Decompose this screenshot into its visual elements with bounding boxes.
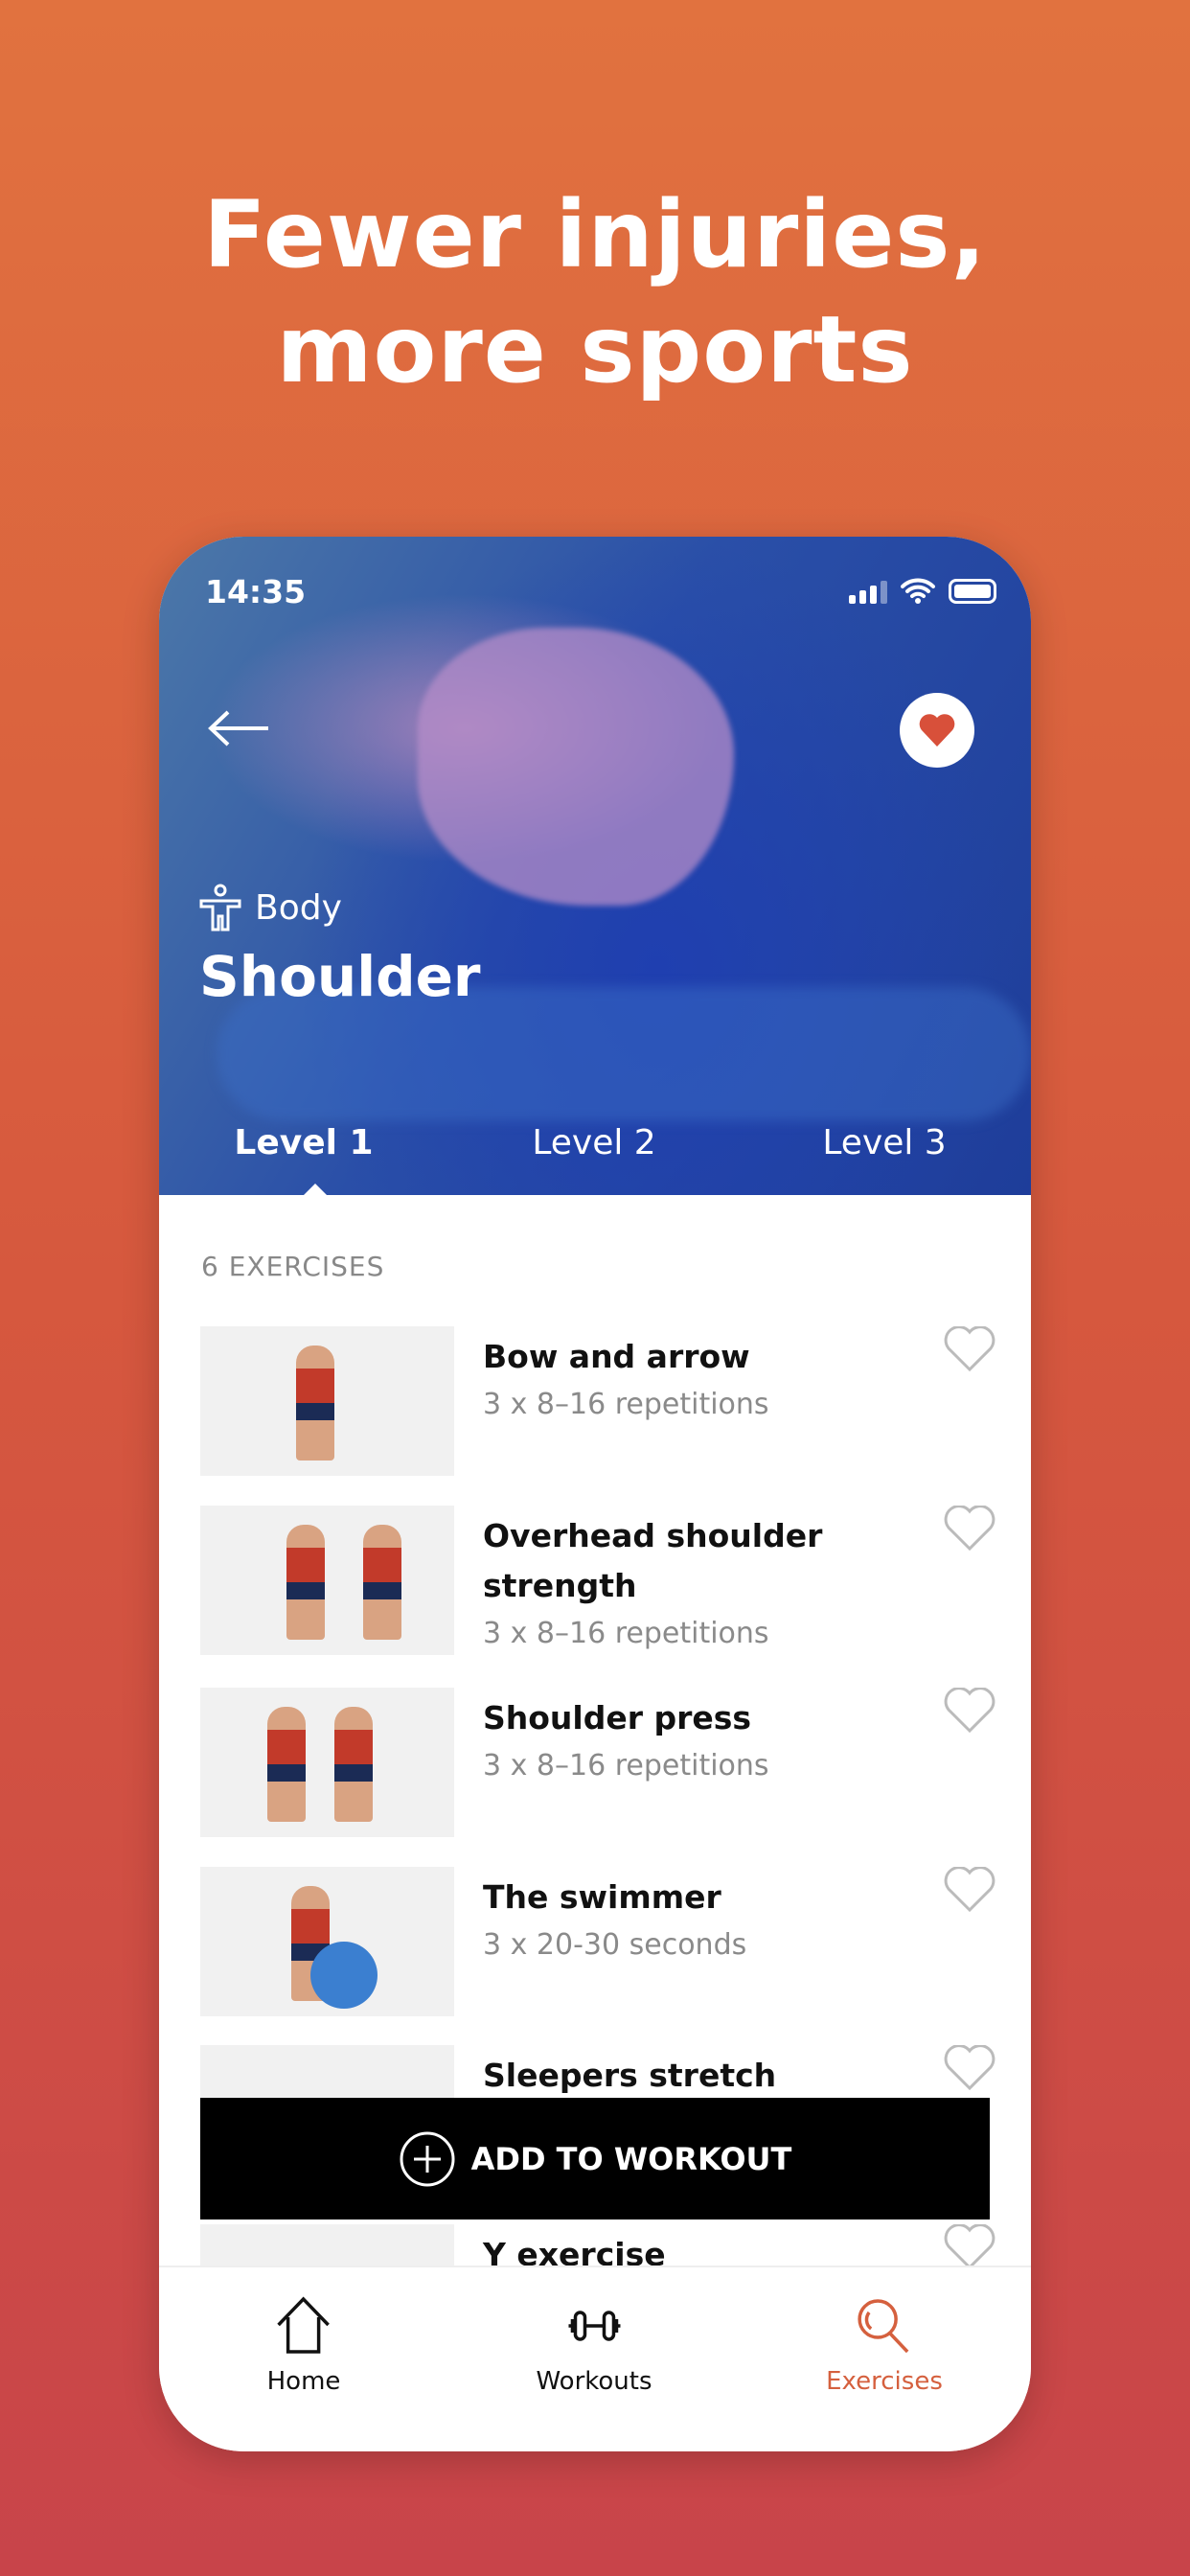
phone-screen: 14:35 Body Shoulder Level 1 Level 2 Leve… <box>159 537 1031 2451</box>
plus-circle-icon <box>400 2131 455 2186</box>
battery-icon <box>949 579 996 604</box>
nav-label: Exercises <box>826 2367 943 2396</box>
list-item[interactable]: The swimmer 3 x 20-30 seconds <box>200 1867 995 2016</box>
signal-icon <box>849 581 887 604</box>
heart-outline-icon[interactable] <box>944 1688 995 1734</box>
exercise-title: Shoulder press <box>483 1699 752 1736</box>
search-icon <box>858 2299 909 2354</box>
page-title: Shoulder <box>199 944 481 1009</box>
exercise-reps: 3 x 8–16 repetitions <box>483 1617 769 1650</box>
exercise-title: Bow and arrow <box>483 1338 750 1375</box>
exercise-thumbnail <box>200 1326 454 1476</box>
exercise-title: Sleepers stretch <box>483 2057 777 2094</box>
add-to-workout-label: ADD TO WORKOUT <box>470 2140 792 2177</box>
exercise-reps: 3 x 20-30 seconds <box>483 1928 747 1962</box>
home-icon <box>277 2296 331 2354</box>
exercise-thumbnail <box>200 1867 454 2016</box>
back-arrow-icon[interactable] <box>207 709 270 748</box>
wifi-icon <box>901 578 935 604</box>
heart-filled-icon <box>919 714 955 747</box>
list-item[interactable]: Overhead shoulder strength 3 x 8–16 repet… <box>200 1506 995 1655</box>
status-bar: 14:35 <box>159 573 1031 611</box>
tab-level-1[interactable]: Level 1 <box>234 1123 373 1162</box>
nav-workouts[interactable]: Workouts <box>536 2296 652 2396</box>
headline-line-1: Fewer injuries, <box>203 181 987 288</box>
tab-level-3[interactable]: Level 3 <box>822 1123 946 1162</box>
favorite-button[interactable] <box>900 693 974 768</box>
level-tabs: Level 1 Level 2 Level 3 <box>159 1123 1031 1195</box>
exercise-thumbnail <box>200 1506 454 1655</box>
nav-exercises[interactable]: Exercises <box>826 2296 943 2396</box>
body-icon <box>199 884 241 932</box>
category-text: Body <box>255 887 342 928</box>
dumbbell-icon <box>567 2311 620 2341</box>
bottom-tab-bar: Home Workouts Exercises <box>159 2266 1031 2451</box>
list-item[interactable]: Shoulder press 3 x 8–16 repetitions <box>200 1688 995 1837</box>
nav-home[interactable]: Home <box>266 2296 341 2396</box>
exercise-count: 6 EXERCISES <box>201 1251 385 1282</box>
add-to-workout-button[interactable]: ADD TO WORKOUT <box>200 2098 990 2220</box>
active-tab-indicator <box>304 1184 327 1195</box>
category-label: Body <box>199 884 342 932</box>
nav-label: Workouts <box>536 2367 652 2396</box>
status-time: 14:35 <box>205 573 307 610</box>
exercise-reps: 3 x 8–16 repetitions <box>483 1388 769 1421</box>
exercise-title: Overhead shoulder strength <box>483 1517 823 1604</box>
list-item[interactable]: Bow and arrow 3 x 8–16 repetitions <box>200 1326 995 1476</box>
heart-outline-icon[interactable] <box>944 1326 995 1372</box>
headline: Fewer injuries, more sports <box>0 177 1190 407</box>
shoulder-illustration <box>418 628 734 906</box>
heart-outline-icon[interactable] <box>944 1867 995 1913</box>
nav-label: Home <box>266 2367 341 2396</box>
exercise-title: The swimmer <box>483 1878 721 1916</box>
headline-line-2: more sports <box>276 296 914 403</box>
exercise-reps: 3 x 8–16 repetitions <box>483 1749 769 1782</box>
heart-outline-icon[interactable] <box>944 2045 995 2091</box>
tab-level-2[interactable]: Level 2 <box>532 1123 655 1162</box>
exercise-thumbnail <box>200 1688 454 1837</box>
heart-outline-icon[interactable] <box>944 2224 995 2270</box>
hero-image: 14:35 Body Shoulder Level 1 Level 2 Leve… <box>159 537 1031 1195</box>
heart-outline-icon[interactable] <box>944 1506 995 1552</box>
